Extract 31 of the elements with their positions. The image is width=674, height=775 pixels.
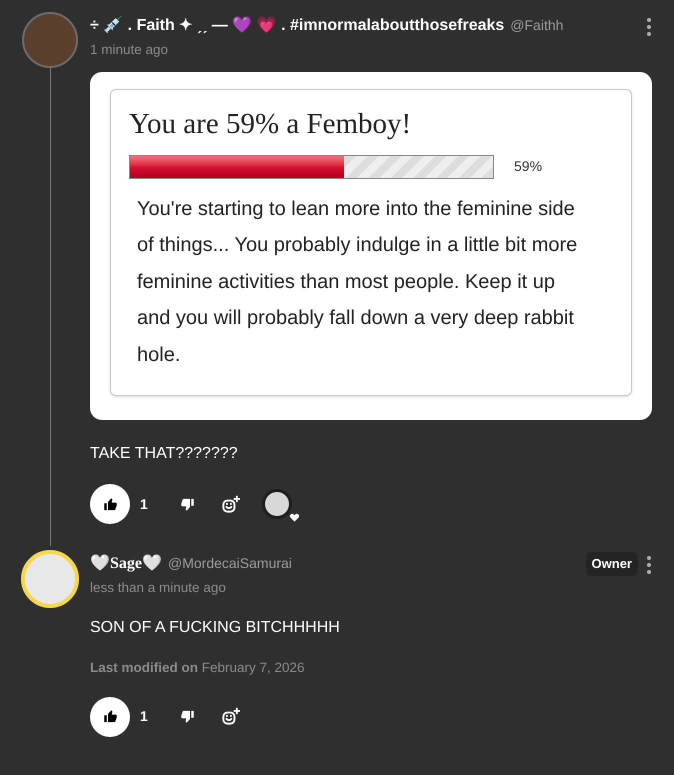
thumbs-down-icon bbox=[180, 496, 195, 512]
like-count: 1 bbox=[140, 707, 148, 726]
like-button[interactable] bbox=[90, 484, 130, 524]
thumbs-up-icon bbox=[102, 496, 118, 512]
add-reaction-button[interactable] bbox=[220, 494, 240, 514]
add-emoji-icon bbox=[220, 494, 240, 514]
author-handle[interactable]: @Faithh bbox=[510, 15, 564, 36]
progress-reading: 59% bbox=[514, 157, 542, 176]
comment-text: TAKE THAT??????? bbox=[90, 444, 239, 464]
thumbs-down-icon bbox=[180, 709, 195, 724]
owner-badge: Owner bbox=[586, 552, 638, 576]
timestamp: 1 minute ago bbox=[90, 41, 170, 59]
more-options-icon[interactable] bbox=[646, 18, 652, 36]
add-emoji-icon bbox=[220, 707, 240, 726]
modified-note: Last modified on February 7, 2026 bbox=[90, 659, 306, 678]
thumbs-up-icon bbox=[102, 709, 118, 724]
comment-text: SON OF A FUCKING BITCHHHHH bbox=[90, 618, 341, 638]
reaction-avatar[interactable] bbox=[262, 489, 292, 519]
timestamp: less than a minute ago bbox=[90, 579, 227, 597]
add-reaction-button[interactable] bbox=[220, 707, 240, 726]
heart-icon bbox=[288, 512, 300, 523]
more-options-icon[interactable] bbox=[646, 556, 652, 574]
like-count: 1 bbox=[140, 494, 148, 514]
like-button[interactable] bbox=[90, 696, 130, 736]
dislike-button[interactable] bbox=[180, 709, 195, 724]
author-name[interactable]: ÷ 💉 . Faith ✦ ˏˏ — 💜 💗 . #imnormalaboutthosefreaks bbox=[90, 14, 504, 38]
dislike-button[interactable] bbox=[180, 496, 195, 512]
quiz-description: You're starting to lean more into the feminine side of things... You probably indulge in a little bit more feminine activities than most people. Keep it up and you will probably fall down a very deep rabbit hole. bbox=[136, 196, 578, 368]
quiz-title: You are 59% a Femboy! bbox=[129, 107, 412, 142]
author-handle[interactable]: @MordecaiSamurai bbox=[168, 553, 292, 574]
author-name[interactable]: 🤍Sage🤍 bbox=[90, 552, 162, 576]
